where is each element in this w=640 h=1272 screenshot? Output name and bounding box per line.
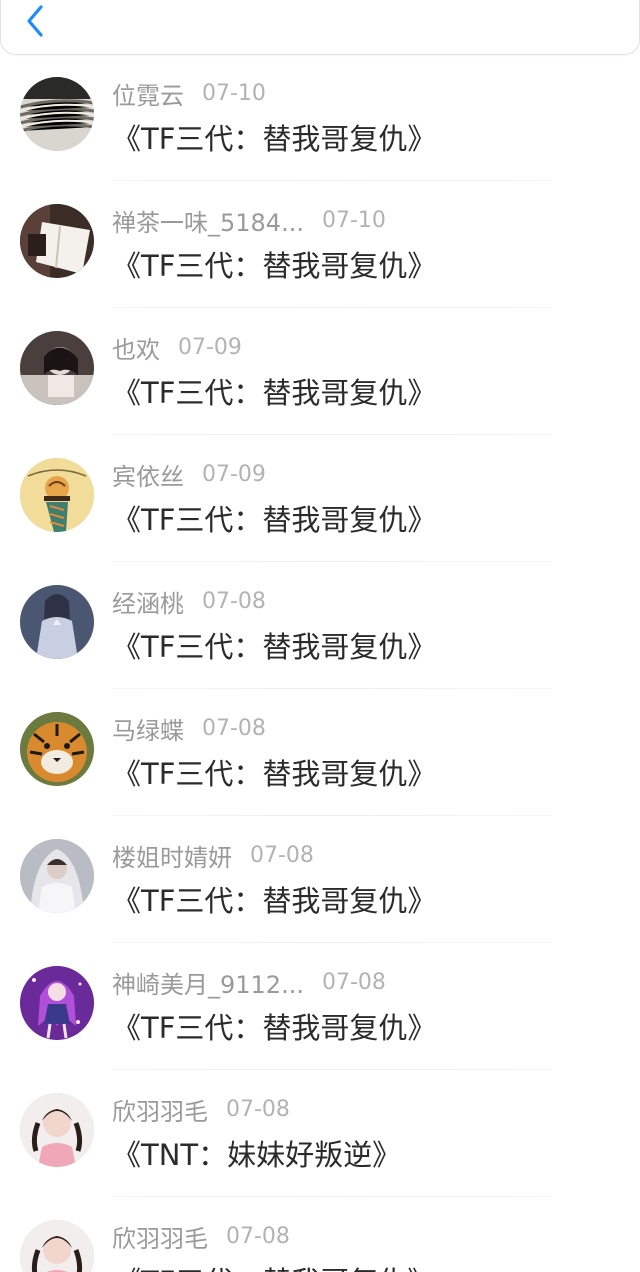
avatar[interactable] — [20, 77, 94, 151]
avatar[interactable] — [20, 331, 94, 405]
item-date: 07-09 — [178, 334, 242, 360]
book-title-link[interactable]: 《TF三代：替我哥复仇》 — [112, 1005, 436, 1047]
list-item[interactable]: 马绿蝶 07-08 《TF三代：替我哥复仇》 — [0, 689, 640, 816]
book-title-link[interactable]: 《TF三代：替我哥复仇》 — [112, 624, 436, 666]
list-item[interactable]: 经涵桃 07-08 《TF三代：替我哥复仇》 — [0, 562, 640, 689]
avatar[interactable] — [20, 585, 94, 659]
avatar[interactable] — [20, 1220, 94, 1272]
book-title-link[interactable]: 《TF三代：替我哥复仇》 — [112, 370, 436, 412]
user-name[interactable]: 宾依丝 — [112, 457, 184, 492]
item-date: 07-08 — [202, 715, 266, 741]
avatar[interactable] — [20, 839, 94, 913]
reader-list: 位霓云 07-10 《TF三代：替我哥复仇》 禅茶一味_5184... 07-1… — [0, 54, 640, 1272]
item-date: 07-08 — [202, 588, 266, 614]
list-item[interactable]: 位霓云 07-10 《TF三代：替我哥复仇》 — [0, 54, 640, 181]
book-title-link[interactable]: 《TF三代：替我哥复仇》 — [112, 751, 436, 793]
book-title-link[interactable]: 《TF三代：替我哥复仇》 — [112, 1259, 436, 1272]
book-title-link[interactable]: 《TF三代：替我哥复仇》 — [112, 497, 436, 539]
user-name[interactable]: 欣羽羽毛 — [112, 1092, 208, 1127]
user-name[interactable]: 楼姐时婧妍 — [112, 838, 232, 873]
item-meta: 欣羽羽毛 07-08 — [112, 1092, 290, 1127]
item-meta: 也欢 07-09 — [112, 330, 242, 365]
avatar[interactable] — [20, 1093, 94, 1167]
item-meta: 神崎美月_9112... 07-08 — [112, 965, 386, 1000]
user-name[interactable]: 神崎美月_9112... — [112, 965, 304, 1000]
user-name[interactable]: 也欢 — [112, 330, 160, 365]
list-item[interactable]: 也欢 07-09 《TF三代：替我哥复仇》 — [0, 308, 640, 435]
list-item[interactable]: 欣羽羽毛 07-08 《TNT：妹妹好叛逆》 — [0, 1070, 640, 1197]
avatar[interactable] — [20, 966, 94, 1040]
page: 位霓云 07-10 《TF三代：替我哥复仇》 禅茶一味_5184... 07-1… — [0, 0, 640, 1272]
book-title-link[interactable]: 《TNT：妹妹好叛逆》 — [112, 1132, 401, 1174]
book-title-link[interactable]: 《TF三代：替我哥复仇》 — [112, 878, 436, 920]
list-item[interactable]: 宾依丝 07-09 《TF三代：替我哥复仇》 — [0, 435, 640, 562]
avatar[interactable] — [20, 204, 94, 278]
item-date: 07-10 — [321, 207, 386, 233]
item-meta: 欣羽羽毛 07-08 — [112, 1219, 290, 1254]
user-name[interactable]: 经涵桃 — [112, 584, 184, 619]
list-item[interactable]: 欣羽羽毛 07-08 《TF三代：替我哥复仇》 — [0, 1197, 640, 1272]
item-date: 07-10 — [202, 80, 266, 106]
avatar[interactable] — [20, 712, 94, 786]
list-item[interactable]: 禅茶一味_5184... 07-10 《TF三代：替我哥复仇》 — [0, 181, 640, 308]
item-date: 07-08 — [250, 842, 314, 868]
user-name[interactable]: 欣羽羽毛 — [112, 1219, 208, 1254]
book-title-link[interactable]: 《TF三代：替我哥复仇》 — [112, 243, 436, 285]
item-meta: 经涵桃 07-08 — [112, 584, 266, 619]
item-meta: 禅茶一味_5184... 07-10 — [112, 203, 386, 238]
user-name[interactable]: 位霓云 — [112, 76, 184, 111]
list-item[interactable]: 神崎美月_9112... 07-08 《TF三代：替我哥复仇》 — [0, 943, 640, 1070]
list-item[interactable]: 楼姐时婧妍 07-08 《TF三代：替我哥复仇》 — [0, 816, 640, 943]
book-title-link[interactable]: 《TF三代：替我哥复仇》 — [112, 116, 436, 158]
item-date: 07-09 — [202, 461, 266, 487]
item-meta: 位霓云 07-10 — [112, 76, 266, 111]
top-bar — [0, 0, 640, 55]
item-meta: 宾依丝 07-09 — [112, 457, 266, 492]
back-button[interactable] — [21, 4, 51, 38]
chevron-left-icon — [27, 5, 43, 37]
item-date: 07-08 — [226, 1096, 290, 1122]
item-date: 07-08 — [321, 969, 386, 995]
item-date: 07-08 — [226, 1223, 290, 1249]
avatar[interactable] — [20, 458, 94, 532]
user-name[interactable]: 禅茶一味_5184... — [112, 203, 304, 238]
item-meta: 楼姐时婧妍 07-08 — [112, 838, 314, 873]
item-meta: 马绿蝶 07-08 — [112, 711, 266, 746]
user-name[interactable]: 马绿蝶 — [112, 711, 184, 746]
